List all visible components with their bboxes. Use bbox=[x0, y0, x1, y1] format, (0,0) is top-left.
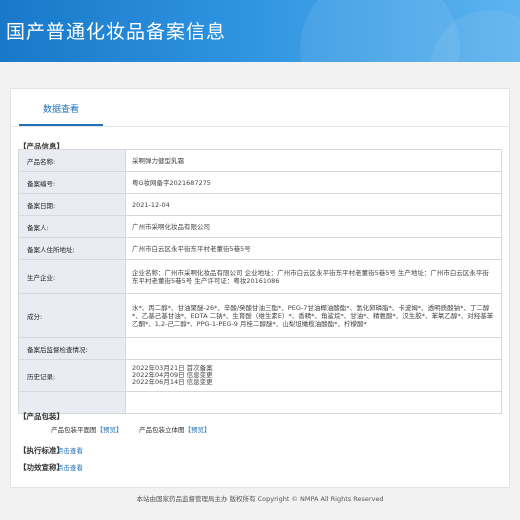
row-label: 产品名称: bbox=[18, 149, 126, 172]
packaging-stereo-item: 产品包装立体图【预览】 bbox=[139, 424, 211, 434]
table-row: 产品名称: 采啊弹力健型乳霜 bbox=[18, 149, 502, 172]
table-row: 历史记录: 2022年03月21日 首次备案 2022年04月09日 信息变更 2… bbox=[18, 359, 502, 392]
packaging-flat-preview-link[interactable]: 【预览】 bbox=[97, 426, 123, 434]
row-value: 2021-12-04 bbox=[125, 193, 502, 216]
row-value: 水*、丙二醇*、甘油聚醚-26*、辛酸/癸酸甘油三酯*、PEG-7甘油椰油酸酯*… bbox=[125, 293, 502, 338]
row-label: 成分: bbox=[18, 293, 126, 338]
row-label: 备案编号: bbox=[18, 171, 126, 194]
footer-copyright: 本站由国家药品监督管理局主办 版权所有 Copyright © NMPA All… bbox=[136, 495, 384, 503]
row-label: 备案人: bbox=[18, 215, 126, 238]
row-value bbox=[125, 391, 502, 414]
table-row: 备案日期: 2021-12-04 bbox=[18, 193, 502, 216]
row-label: 备案日期: bbox=[18, 193, 126, 216]
packaging-stereo-label: 产品包装立体图 bbox=[139, 426, 185, 434]
row-label: 备案人住所地址: bbox=[18, 237, 126, 260]
page-title: 国产普通化妆品备案信息 bbox=[6, 21, 227, 43]
row-value bbox=[125, 337, 502, 360]
row-label: 历史记录: bbox=[18, 359, 126, 392]
history-value: 2022年03月21日 首次备案 2022年04月09日 信息变更 2022年0… bbox=[125, 359, 502, 392]
table-row: 生产企业: 企业名称：广州市采啊化妆品有限公司 企业地址：广州市白云区永平街东平村… bbox=[18, 259, 502, 294]
product-info-table: 产品名称: 采啊弹力健型乳霜 备案编号: 粤G妆网备字2021687275 备案日期… bbox=[18, 149, 502, 414]
row-value: 广州市采啊化妆品有限公司 bbox=[125, 215, 502, 238]
header-banner: 国产普通化妆品备案信息 bbox=[0, 0, 520, 62]
row-label: 生产企业: bbox=[18, 259, 126, 294]
table-row bbox=[18, 391, 502, 414]
table-row: 备案人住所地址: 广州市白云区永平街东平村老董街5巷5号 bbox=[18, 237, 502, 260]
content-panel: 数据查看 【产品信息】 产品名称: 采啊弹力健型乳霜 备案编号: 粤G妆网备字202… bbox=[10, 88, 510, 488]
row-label: 备案后监督检查情况: bbox=[18, 337, 126, 360]
table-row: 备案后监督检查情况: bbox=[18, 337, 502, 360]
packaging-flat-item: 产品包装平面图【预览】 bbox=[51, 424, 123, 434]
execution-standard-link[interactable]: 点击查看 bbox=[57, 445, 83, 455]
row-value: 采啊弹力健型乳霜 bbox=[125, 149, 502, 172]
table-row: 成分: 水*、丙二醇*、甘油聚醚-26*、辛酸/癸酸甘油三酯*、PEG-7甘油椰油… bbox=[18, 293, 502, 338]
row-value: 粤G妆网备字2021687275 bbox=[125, 171, 502, 194]
row-value: 广州市白云区永平街东平村老董街5巷5号 bbox=[125, 237, 502, 260]
table-row: 备案人: 广州市采啊化妆品有限公司 bbox=[18, 215, 502, 238]
row-value: 企业名称：广州市采啊化妆品有限公司 企业地址：广州市白云区永平街东平村老董街5巷… bbox=[125, 259, 502, 294]
packaging-flat-label: 产品包装平面图 bbox=[51, 426, 97, 434]
tab-data-view[interactable]: 数据查看 bbox=[19, 102, 103, 126]
packaging-stereo-preview-link[interactable]: 【预览】 bbox=[185, 426, 211, 434]
efficacy-link[interactable]: 点击查看 bbox=[57, 462, 83, 472]
table-row: 备案编号: 粤G妆网备字2021687275 bbox=[18, 171, 502, 194]
tab-divider bbox=[11, 126, 509, 127]
section-packaging-heading: 【产品包装】 bbox=[19, 412, 64, 421]
